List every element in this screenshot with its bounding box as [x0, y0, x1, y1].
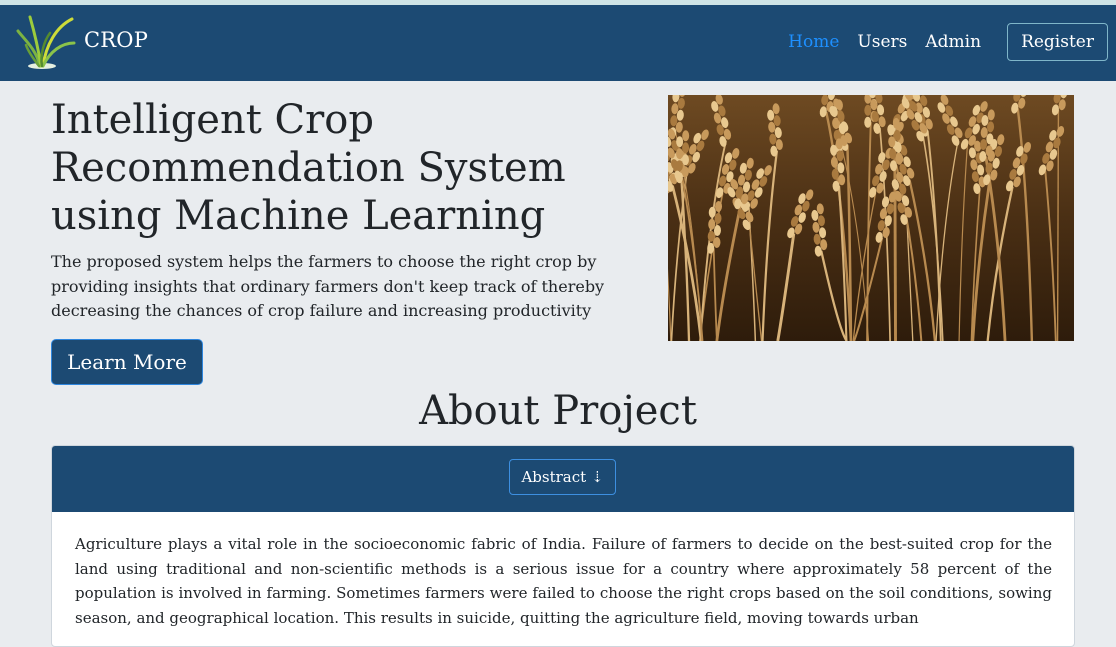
hero-title-line: Intelligent Crop	[51, 97, 374, 143]
abstract-card-header: Abstract ⇣	[52, 446, 1074, 512]
abstract-toggle-button[interactable]: Abstract ⇣	[509, 459, 616, 495]
navbar: CROP Home Users Admin Register	[0, 5, 1116, 81]
abstract-text: Agriculture plays a vital role in the so…	[52, 512, 1074, 630]
about-section-title: About Project	[0, 386, 1116, 436]
hero-title-line: Recommendation System	[51, 145, 566, 191]
nav-link-users[interactable]: Users	[857, 32, 907, 52]
nav-link-admin[interactable]: Admin	[925, 32, 981, 52]
brand[interactable]: CROP	[16, 9, 148, 71]
brand-name: CROP	[84, 28, 148, 52]
wheat-plant-icon	[16, 9, 76, 71]
hero-title-line: using Machine Learning	[51, 193, 545, 239]
register-button[interactable]: Register	[1007, 23, 1108, 61]
nav-link-home[interactable]: Home	[788, 32, 839, 52]
nav-links: Home Users Admin Register	[788, 23, 1108, 61]
wheat-field-image	[668, 95, 1074, 341]
hero-description: The proposed system helps the farmers to…	[51, 250, 631, 324]
abstract-card: Abstract ⇣ Agriculture plays a vital rol…	[51, 445, 1075, 647]
learn-more-button[interactable]: Learn More	[51, 339, 203, 385]
hero-title: Intelligent Crop Recommendation System u…	[51, 96, 631, 240]
